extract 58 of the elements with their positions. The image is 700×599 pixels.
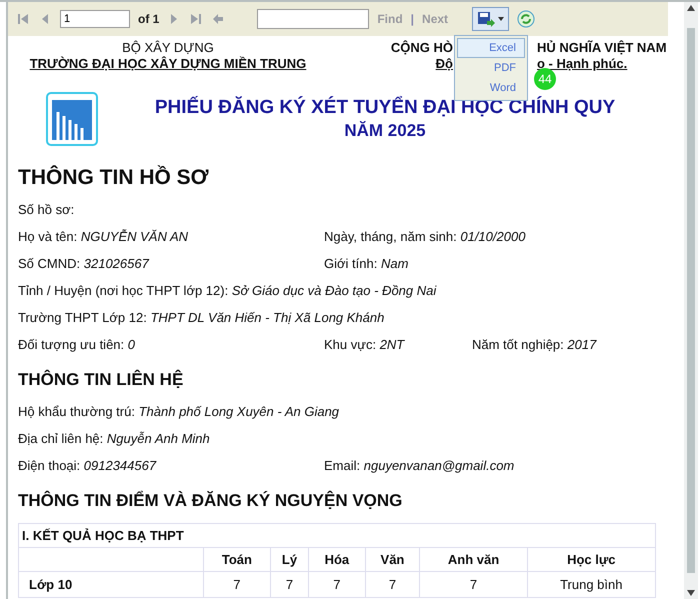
column-header: Toán [204, 548, 270, 572]
info-field: Họ và tên: NGUYỄN VĂN AN [18, 229, 324, 244]
section-heading: THÔNG TIN HỒ SƠ [18, 166, 210, 190]
export-menu-item[interactable]: PDF [457, 58, 525, 78]
count-badge: 44 [534, 68, 556, 90]
column-header: Hóa [308, 548, 365, 572]
table-cell: Trung bình [527, 572, 656, 598]
first-page-icon[interactable] [16, 12, 30, 26]
header-text: CỘNG HÒ [390, 40, 453, 56]
info-field: Hộ khẩu thường trú: Thành phố Long Xuyên - An Giang [18, 404, 672, 419]
header-text: TRƯỜNG ĐẠI HỌC XÂY DỰNG MIỀN TRUNG [30, 56, 306, 72]
table-cell: 7 [420, 572, 528, 598]
table-cell: 7 [270, 572, 309, 598]
info-field: Ngày, tháng, năm sinh: 01/10/2000 [324, 229, 672, 244]
header-text: BỘ XÂY DỰNG [122, 40, 214, 56]
column-header: Học lực [527, 548, 656, 572]
export-button[interactable] [472, 7, 510, 31]
page-count: of 1 [138, 12, 160, 26]
table-caption: I. KẾT QUẢ HỌC BẠ THPT [18, 524, 656, 548]
last-page-icon[interactable] [189, 12, 204, 26]
export-menu-item[interactable]: Word [457, 78, 525, 98]
table-cell: 7 [308, 572, 365, 598]
find-link[interactable]: Find [377, 12, 403, 26]
scrollbar[interactable] [684, 2, 698, 599]
info-field: Điện thoại: 0912344567 [18, 458, 324, 473]
scroll-up-icon [687, 5, 695, 11]
form-year: NĂM 2025 [344, 121, 426, 141]
info-field: Giới tính: Nam [324, 256, 672, 271]
refresh-icon[interactable] [517, 10, 536, 28]
table-cell: 7 [365, 572, 420, 598]
export-menu-item[interactable]: Excel [457, 38, 525, 58]
column-header: Lý [270, 548, 309, 572]
info-field: Địa chỉ liên hệ: Nguyễn Anh Minh [18, 431, 672, 446]
info-field: Email: nguyenvanan@gmail.com [324, 458, 672, 473]
info-field: Số CMND: 321026567 [18, 256, 324, 271]
page-number-field[interactable]: 1 [60, 10, 130, 28]
caret-icon [498, 17, 504, 21]
header-text: Độ [436, 56, 453, 72]
info-field: Khu vực: 2NT [324, 337, 472, 352]
table-cell: 7 [204, 572, 270, 598]
scroll-down-icon [687, 590, 695, 596]
header-text: HỦ NGHĨA VIỆT NAM [537, 40, 667, 56]
floppy-disk-icon [477, 11, 496, 27]
info-field: Trường THPT Lớp 12: THPT DL Văn Hiến - Thị Xã Long Khánh [18, 310, 672, 325]
next-link[interactable]: Next [422, 12, 448, 26]
column-header: Văn [365, 548, 420, 572]
info-field: Số hồ sơ: [18, 202, 672, 217]
table-cell: Lớp 10 [18, 572, 204, 598]
info-field: Tỉnh / Huyện (nơi học THPT lớp 12): Sở Giáo dục và Đào tạo - Đồng Nai [18, 283, 672, 298]
info-field: Năm tốt nghiệp: 2017 [472, 337, 672, 352]
back-arrow-icon[interactable] [211, 12, 226, 26]
info-field: Đối tượng ưu tiên: 0 [18, 337, 324, 352]
separator-text: | [410, 12, 414, 26]
university-logo-icon [46, 92, 98, 146]
find-field[interactable] [257, 9, 370, 29]
section-heading: THÔNG TIN ĐIỂM VÀ ĐĂNG KÝ NGUYỆN VỌNG [18, 491, 404, 511]
section-heading: THÔNG TIN LIÊN HỆ [18, 370, 184, 390]
column-header: Anh văn [420, 548, 528, 572]
